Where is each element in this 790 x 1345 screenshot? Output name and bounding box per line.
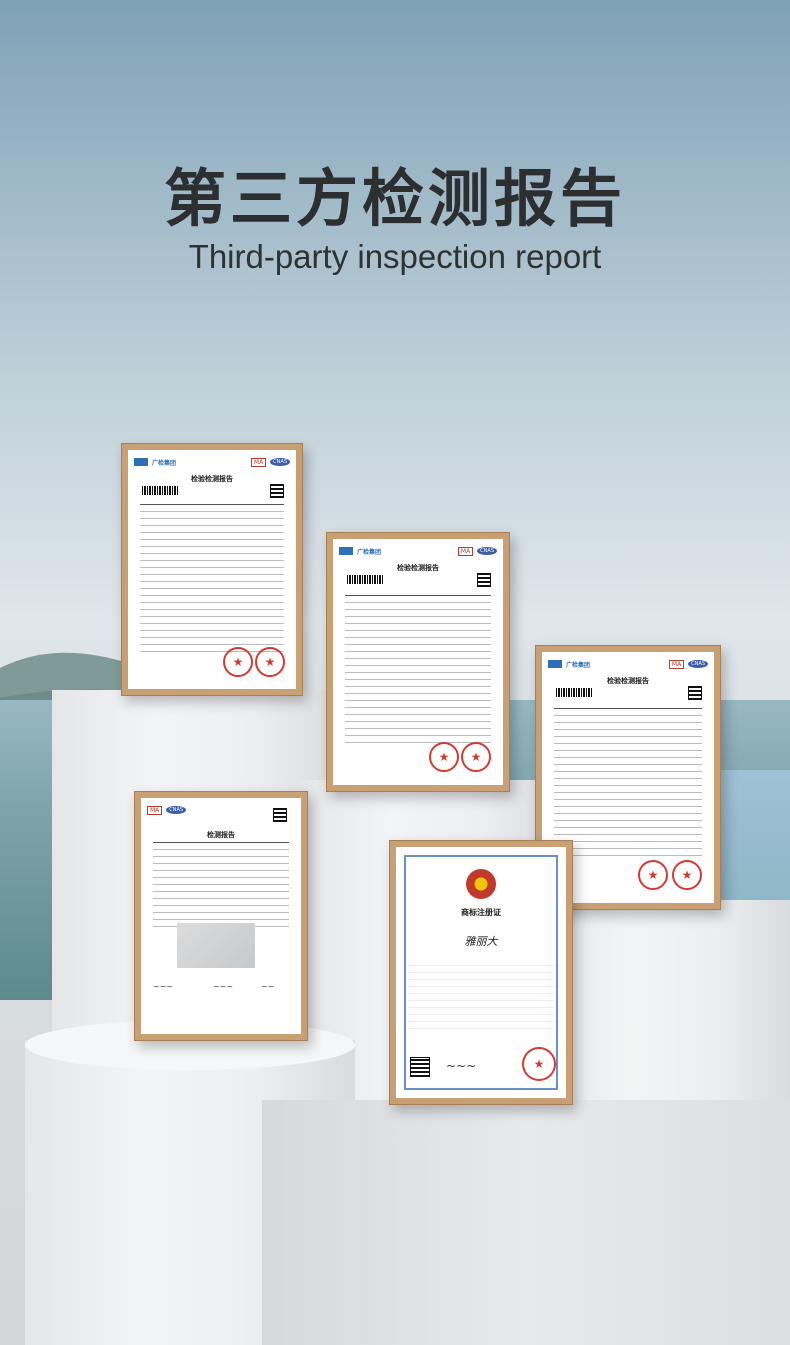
- qr-code-icon: [273, 808, 287, 822]
- certificate-details: [408, 959, 554, 1029]
- official-seal-icon: ★: [522, 1047, 556, 1081]
- certificate-title: 检验检测报告: [397, 564, 439, 572]
- qr-code-icon: [410, 1057, 430, 1077]
- certificate-paper: 广检集团 MA CNAS 检验检测报告 ★ ★: [128, 450, 296, 689]
- org-logo-icon: [134, 458, 148, 466]
- certificate-paper: MA CNAS 检测报告 ~~~ ~~~ ~~: [141, 798, 301, 1034]
- org-name: 广检集团: [357, 548, 382, 556]
- report-table: [153, 842, 289, 927]
- certificate-title: 检验检测报告: [191, 475, 233, 483]
- ma-mark-icon: MA: [147, 805, 163, 815]
- barcode-icon: [556, 688, 592, 697]
- sample-photo: [177, 923, 255, 968]
- org-logo-icon: [339, 547, 353, 555]
- official-seal-icon: ★: [223, 647, 253, 677]
- official-seal-icon: ★: [461, 742, 491, 772]
- trademark-mark: 雅丽大: [464, 935, 498, 948]
- national-emblem-icon: [466, 869, 496, 899]
- certificate-paper: 商标注册证 雅丽大 ~~~ ★: [396, 847, 566, 1098]
- official-seal-icon: ★: [672, 860, 702, 890]
- page-subtitle: Third-party inspection report: [188, 238, 602, 275]
- certificate-paper: 广检集团 MA CNAS 检验检测报告 ★ ★: [333, 539, 503, 785]
- barcode-icon: [347, 575, 383, 584]
- cnas-mark-icon: CNAS: [688, 660, 708, 668]
- report-table: [140, 504, 284, 652]
- certificate-title: 检验检测报告: [607, 677, 649, 685]
- signature: ~~~: [213, 982, 234, 991]
- certificate-header: 广检集团 MA CNAS: [339, 545, 497, 557]
- ma-mark-icon: MA: [457, 546, 474, 556]
- report-table: [345, 595, 491, 743]
- ma-mark-icon: MA: [668, 659, 685, 669]
- barcode-icon: [142, 486, 178, 495]
- ma-mark-icon: MA: [250, 457, 267, 467]
- official-seal-icon: ★: [255, 647, 285, 677]
- qr-code-icon: [688, 686, 702, 700]
- certificate-frame-report1: 广检集团 MA CNAS 检验检测报告 ★ ★: [121, 443, 303, 696]
- certificate-frame-report4: MA CNAS 检测报告 ~~~ ~~~ ~~: [134, 791, 308, 1041]
- report-table: [554, 708, 702, 856]
- certificate-frame-trademark: 商标注册证 雅丽大 ~~~ ★: [389, 840, 573, 1105]
- signature: ~~~: [153, 982, 174, 991]
- org-logo-icon: [548, 660, 562, 668]
- org-name: 广检集团: [152, 459, 177, 467]
- pedestal-front-right: [262, 1100, 790, 1345]
- org-name: 广检集团: [566, 661, 591, 669]
- qr-code-icon: [477, 573, 491, 587]
- certificate-title: 商标注册证: [461, 908, 501, 917]
- official-seal-icon: ★: [429, 742, 459, 772]
- certificate-header: 广检集团 MA CNAS: [134, 456, 290, 468]
- qr-code-icon: [270, 484, 284, 498]
- certificate-title: 检测报告: [207, 831, 235, 839]
- signature: ~~: [261, 982, 275, 991]
- official-seal-icon: ★: [638, 860, 668, 890]
- page-title: 第三方检测报告: [163, 162, 626, 235]
- cnas-mark-icon: CNAS: [270, 458, 290, 466]
- cnas-mark-icon: CNAS: [477, 547, 497, 555]
- signature: ~~~: [446, 1059, 477, 1073]
- cnas-mark-icon: CNAS: [166, 806, 187, 814]
- certificate-header: 广检集团 MA CNAS: [548, 658, 708, 670]
- certificate-frame-report2: 广检集团 MA CNAS 检验检测报告 ★ ★: [326, 532, 510, 792]
